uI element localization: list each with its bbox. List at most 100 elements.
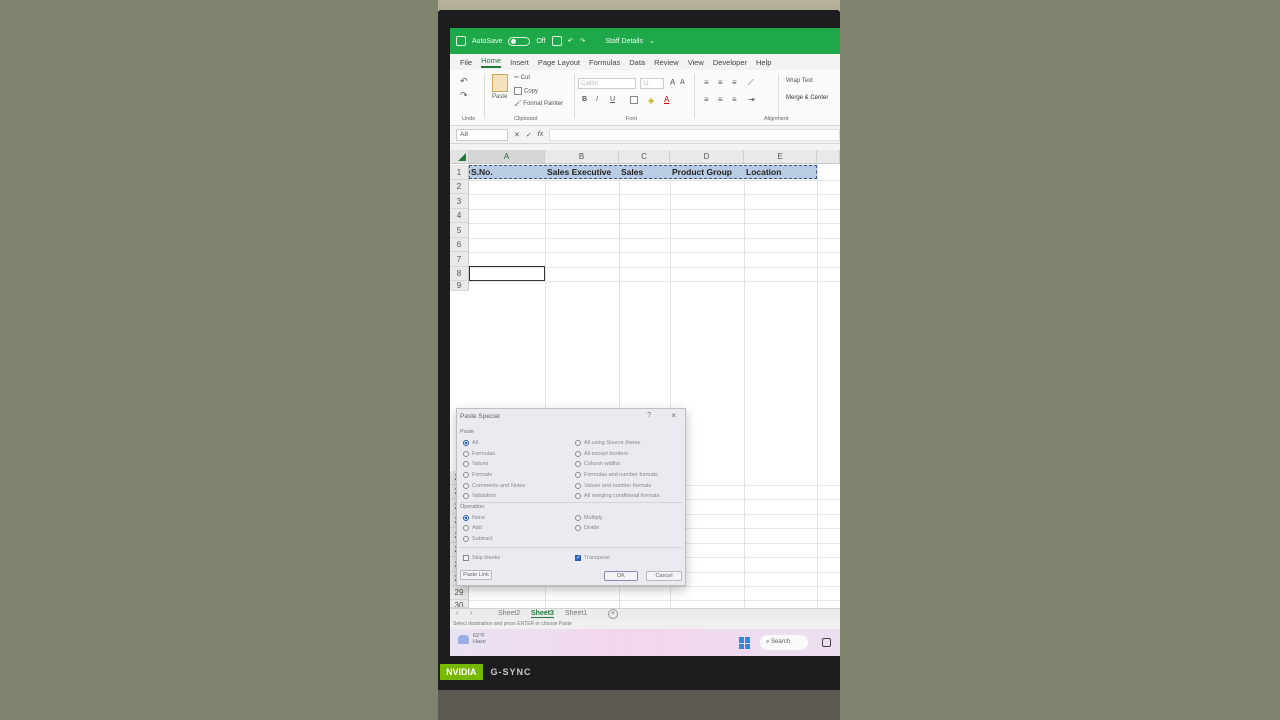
operation-subtract[interactable]: Subtract — [463, 536, 492, 542]
bold-button[interactable]: B — [582, 96, 587, 103]
operation-add[interactable]: Add — [463, 525, 482, 531]
paste-option-all[interactable]: All — [463, 440, 478, 446]
file-title[interactable]: Staff Details — [605, 38, 643, 45]
borders-icon[interactable] — [630, 96, 640, 104]
tab-view[interactable]: View — [688, 58, 704, 67]
tab-developer[interactable]: Developer — [713, 58, 747, 67]
shrink-font-icon[interactable]: A — [680, 79, 685, 86]
paste-option-comments[interactable]: Comments and Notes — [463, 483, 525, 489]
help-icon[interactable]: ? — [647, 412, 651, 419]
paste-option-validation[interactable]: Validation — [463, 493, 496, 499]
formula-input[interactable] — [549, 128, 840, 141]
paste-option-formats[interactable]: Formats — [463, 472, 492, 478]
ribbon-undo-icon[interactable]: ↶ — [460, 76, 468, 87]
paste-option-values[interactable]: Values — [463, 461, 488, 467]
align-right-icon[interactable]: ≡ — [732, 95, 737, 104]
taskbar-search[interactable]: ⌕ Search — [760, 635, 808, 650]
paste-option-values-number-formats[interactable]: Values and number formats — [575, 483, 651, 489]
operation-multiply[interactable]: Multiply — [575, 515, 603, 521]
taskbar-app-icon[interactable] — [822, 638, 831, 647]
row-header[interactable]: 7 — [450, 252, 469, 267]
orientation-icon[interactable]: ⟋ — [748, 78, 754, 88]
align-left-icon[interactable]: ≡ — [704, 95, 709, 104]
select-all-corner[interactable] — [450, 150, 469, 164]
undo-icon[interactable]: ↶ — [568, 37, 574, 45]
sheet-tab-sheet1[interactable]: Sheet1 — [565, 610, 587, 617]
fx-icon[interactable]: fx — [538, 131, 543, 138]
font-size-select[interactable]: 11 — [640, 78, 664, 89]
row-header[interactable]: 1 — [450, 165, 469, 180]
tab-file[interactable]: File — [460, 58, 472, 67]
paste-option-except-borders[interactable]: All except borders — [575, 451, 628, 457]
name-box[interactable]: A8 — [456, 128, 508, 141]
active-cell-a8[interactable] — [469, 266, 545, 281]
confirm-entry-icon[interactable]: ✓ — [526, 131, 532, 139]
sheet-tab-sheet2[interactable]: Sheet2 — [498, 610, 520, 617]
row-header[interactable]: 5 — [450, 223, 469, 238]
paste-option-merging-conditional[interactable]: All merging conditional formats — [575, 493, 659, 499]
paste-link-button[interactable]: Paste Link — [460, 570, 492, 580]
ribbon-redo-icon[interactable]: ↷ — [460, 90, 468, 101]
row-header[interactable]: 30 — [450, 600, 469, 608]
worksheet-grid[interactable]: A B C D E 1 2 3 4 5 6 7 8 9 21 22 23 24 … — [450, 150, 840, 608]
merge-center-button[interactable]: Merge & Center — [786, 95, 828, 101]
column-header-d[interactable]: D — [670, 150, 744, 164]
align-top-icon[interactable]: ≡ — [704, 78, 709, 87]
weather-widget[interactable]: 62°F Haze — [458, 633, 486, 645]
column-header-a[interactable]: A — [469, 150, 545, 164]
underline-button[interactable]: U — [610, 96, 615, 103]
close-icon[interactable]: × — [671, 411, 676, 420]
sheet-next-icon[interactable]: › — [470, 610, 472, 617]
wrap-text-button[interactable]: Wrap Text — [786, 78, 813, 84]
cut-button[interactable]: ✂ Cut — [514, 74, 530, 81]
row-header[interactable]: 29 — [450, 586, 469, 600]
format-painter-button[interactable]: 🖌 Format Painter — [514, 100, 563, 107]
font-name-select[interactable]: Calibri — [578, 78, 636, 89]
row-header[interactable]: 3 — [450, 194, 469, 209]
font-color-icon[interactable]: A — [664, 95, 669, 104]
tab-insert[interactable]: Insert — [510, 58, 529, 67]
paste-icon[interactable] — [492, 74, 508, 92]
tab-home[interactable]: Home — [481, 56, 502, 68]
row-header[interactable]: 6 — [450, 238, 469, 252]
fill-color-icon[interactable]: ◈ — [648, 96, 654, 105]
italic-button[interactable]: I — [596, 96, 598, 103]
chevron-down-icon[interactable]: ⌄ — [649, 37, 655, 45]
windows-start-icon[interactable] — [739, 637, 751, 649]
column-header-b[interactable]: B — [545, 150, 619, 164]
add-sheet-button[interactable]: + — [608, 609, 618, 619]
sheet-prev-icon[interactable]: ‹ — [456, 610, 458, 617]
save-icon[interactable] — [551, 36, 562, 46]
grow-font-icon[interactable]: A — [670, 78, 675, 87]
cancel-button[interactable]: Cancel — [646, 571, 682, 581]
column-header-e[interactable]: E — [744, 150, 817, 164]
tab-help[interactable]: Help — [756, 58, 771, 67]
paste-option-column-widths[interactable]: Column widths — [575, 461, 620, 467]
operation-divide[interactable]: Divide — [575, 525, 599, 531]
skip-blanks-checkbox[interactable]: Skip blanks — [463, 555, 500, 561]
ok-button[interactable]: OK — [604, 571, 638, 581]
tab-formulas[interactable]: Formulas — [589, 58, 620, 67]
copy-button[interactable]: Copy — [514, 87, 538, 95]
transpose-checkbox[interactable]: Transpose — [575, 554, 610, 561]
indent-icon[interactable]: ⇥ — [748, 95, 755, 104]
align-middle-icon[interactable]: ≡ — [718, 78, 723, 87]
row-header[interactable]: 4 — [450, 209, 469, 223]
column-header-c[interactable]: C — [619, 150, 670, 164]
paste-option-formulas-number-formats[interactable]: Formulas and number formats — [575, 472, 658, 478]
paste-label[interactable]: Paste — [492, 94, 507, 100]
tab-data[interactable]: Data — [629, 58, 645, 67]
tab-page-layout[interactable]: Page Layout — [538, 58, 580, 67]
redo-icon[interactable]: ↷ — [579, 37, 585, 45]
align-center-icon[interactable]: ≡ — [718, 95, 723, 104]
sheet-tab-sheet3[interactable]: Sheet3 — [531, 610, 554, 618]
row-header[interactable]: 9 — [450, 281, 469, 291]
align-bottom-icon[interactable]: ≡ — [732, 78, 737, 87]
row-header[interactable]: 2 — [450, 180, 469, 194]
tab-review[interactable]: Review — [654, 58, 679, 67]
row-header[interactable]: 8 — [450, 267, 469, 281]
paste-option-formulas[interactable]: Formulas — [463, 451, 495, 457]
autosave-toggle[interactable] — [508, 36, 531, 46]
operation-none[interactable]: None — [463, 515, 485, 521]
cancel-entry-icon[interactable]: ✕ — [514, 131, 520, 139]
